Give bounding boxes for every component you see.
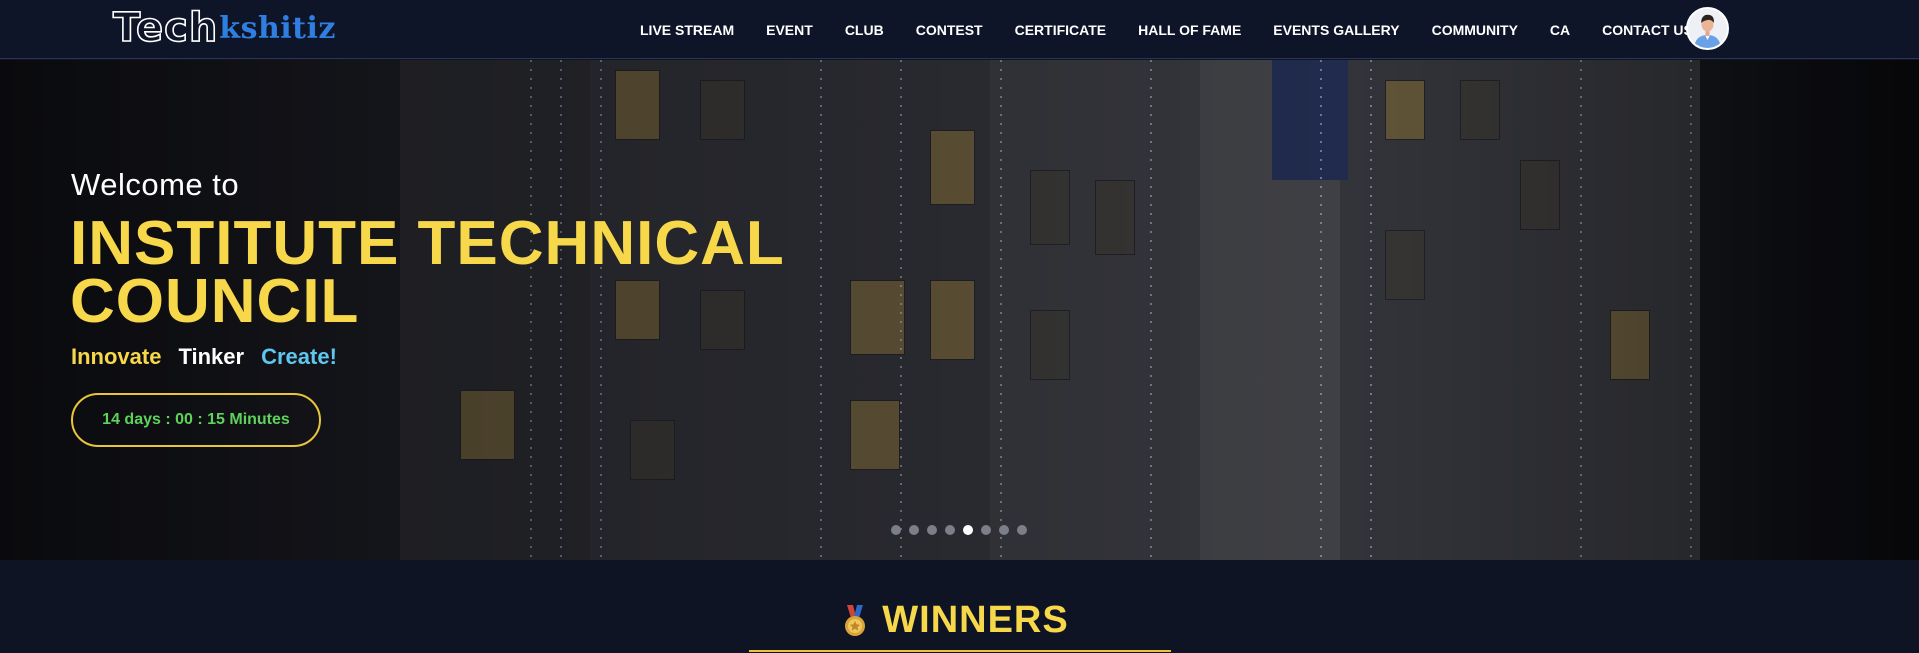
carousel-dot[interactable] [999, 525, 1009, 535]
carousel-dot-active[interactable] [963, 525, 973, 535]
carousel-indicators [891, 525, 1035, 535]
logo-text-tech: Tech [112, 4, 219, 52]
carousel-dot[interactable] [981, 525, 991, 535]
carousel-dot[interactable] [927, 525, 937, 535]
winners-title: WINNERS [882, 599, 1069, 641]
nav-item-contact-us[interactable]: CONTACT US [1602, 22, 1693, 38]
medal-icon [845, 604, 866, 636]
nav-item-club[interactable]: CLUB [845, 22, 884, 38]
countdown-timer: 14 days : 00 : 15 Minutes [71, 393, 321, 447]
nav-item-contest[interactable]: CONTEST [916, 22, 983, 38]
nav-item-certificate[interactable]: CERTIFICATE [1015, 22, 1107, 38]
brand-logo[interactable]: Tech kshitiz [112, 4, 336, 52]
winners-section: WINNERS [0, 560, 1919, 653]
nav-item-events-gallery[interactable]: EVENTS GALLERY [1273, 22, 1399, 38]
carousel-dot[interactable] [945, 525, 955, 535]
navbar: Tech kshitiz LIVE STREAM EVENT CLUB CONT… [0, 0, 1919, 59]
hero-tagline: Innovate Tinker Create! [71, 344, 354, 370]
nav-item-ca[interactable]: CA [1550, 22, 1570, 38]
tagline-tinker: Tinker [178, 344, 245, 369]
winners-underline [749, 650, 1171, 652]
nav-item-community[interactable]: COMMUNITY [1432, 22, 1518, 38]
nav-item-live-stream[interactable]: LIVE STREAM [640, 22, 734, 38]
tagline-innovate: Innovate [71, 344, 162, 369]
carousel-dot[interactable] [909, 525, 919, 535]
user-avatar-icon [1688, 9, 1727, 48]
nav-item-hall-of-fame[interactable]: HALL OF FAME [1138, 22, 1241, 38]
hero-title: INSTITUTE TECHNICAL COUNCIL [70, 209, 784, 336]
tagline-create: Create! [261, 344, 337, 369]
winners-heading: WINNERS [0, 599, 1919, 642]
hero-carousel: Welcome to INSTITUTE TECHNICAL COUNCIL I… [0, 60, 1919, 560]
user-avatar[interactable] [1686, 7, 1729, 50]
nav-item-event[interactable]: EVENT [766, 22, 813, 38]
hero-welcome-text: Welcome to [71, 167, 240, 202]
nav-links: LIVE STREAM EVENT CLUB CONTEST CERTIFICA… [640, 0, 1693, 59]
carousel-dot[interactable] [891, 525, 901, 535]
logo-text-kshitiz: kshitiz [219, 10, 336, 46]
carousel-dot[interactable] [1017, 525, 1027, 535]
